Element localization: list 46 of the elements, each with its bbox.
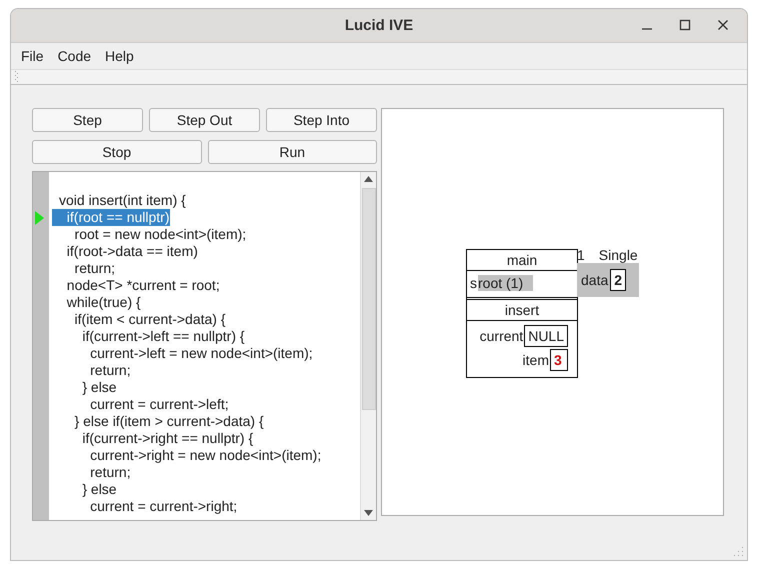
toolbar-button[interactable]: Step xyxy=(32,108,143,132)
code-line: current = current->left; xyxy=(89,396,229,413)
variable-name: item xyxy=(522,352,549,368)
code-line: } else if(item > current->data) { xyxy=(74,413,264,430)
window-title: Lucid IVE xyxy=(344,17,414,34)
scrollbar-thumb[interactable] xyxy=(362,188,376,410)
code-line: current->left = new node<int>(item); xyxy=(89,345,313,362)
object-type: Single xyxy=(598,247,638,263)
variable-prefix: s xyxy=(470,275,477,291)
code-line: } else xyxy=(81,481,117,498)
maximize-icon[interactable] xyxy=(679,19,691,31)
pointer-variable: root (1) xyxy=(478,275,534,291)
frame-name: insert xyxy=(467,300,577,321)
code-line: root = new node<int>(item); xyxy=(74,226,246,243)
code-line: } else xyxy=(81,379,117,396)
code-line: while(true) { xyxy=(66,294,141,311)
field-name: data xyxy=(581,272,608,288)
code-line: if(root->data == item) xyxy=(66,243,198,260)
toolbar-button[interactable]: Run xyxy=(208,140,377,164)
close-icon[interactable] xyxy=(717,19,729,31)
object-id: 1 xyxy=(577,247,585,263)
toolbar-button[interactable]: Step Into xyxy=(266,108,377,132)
variable-name: current xyxy=(480,328,524,344)
scrollbar[interactable] xyxy=(360,172,376,520)
code-line: current->right = new node<int>(item); xyxy=(89,447,322,464)
code-line: return; xyxy=(89,464,131,481)
menu-item[interactable]: Code xyxy=(58,48,92,64)
field-value: 2 xyxy=(610,269,626,291)
code-line: if(item < current->data) { xyxy=(74,311,226,328)
code-line: return; xyxy=(74,260,116,277)
menu-item[interactable]: Help xyxy=(105,48,134,64)
code-editor[interactable] xyxy=(32,171,377,521)
variable-value: NULL xyxy=(524,325,568,347)
toolbar-button[interactable]: Step Out xyxy=(149,108,260,132)
scroll-down-icon[interactable] xyxy=(364,510,373,516)
code-line: if(current->left == nullptr) { xyxy=(81,328,245,345)
code-line: current = current->right; xyxy=(89,498,238,515)
scroll-up-icon[interactable] xyxy=(364,176,373,182)
menu-item[interactable]: File xyxy=(21,48,44,64)
code-line: if(current->right == nullptr) { xyxy=(81,430,254,447)
code-line: void insert(int item) { xyxy=(58,192,186,209)
variable-value: 3 xyxy=(550,349,568,371)
toolbar-button[interactable]: Stop xyxy=(32,140,202,164)
code-line: return; xyxy=(89,362,131,379)
frame-name: main xyxy=(467,250,577,271)
code-line: node<T> *current = root; xyxy=(66,277,220,294)
